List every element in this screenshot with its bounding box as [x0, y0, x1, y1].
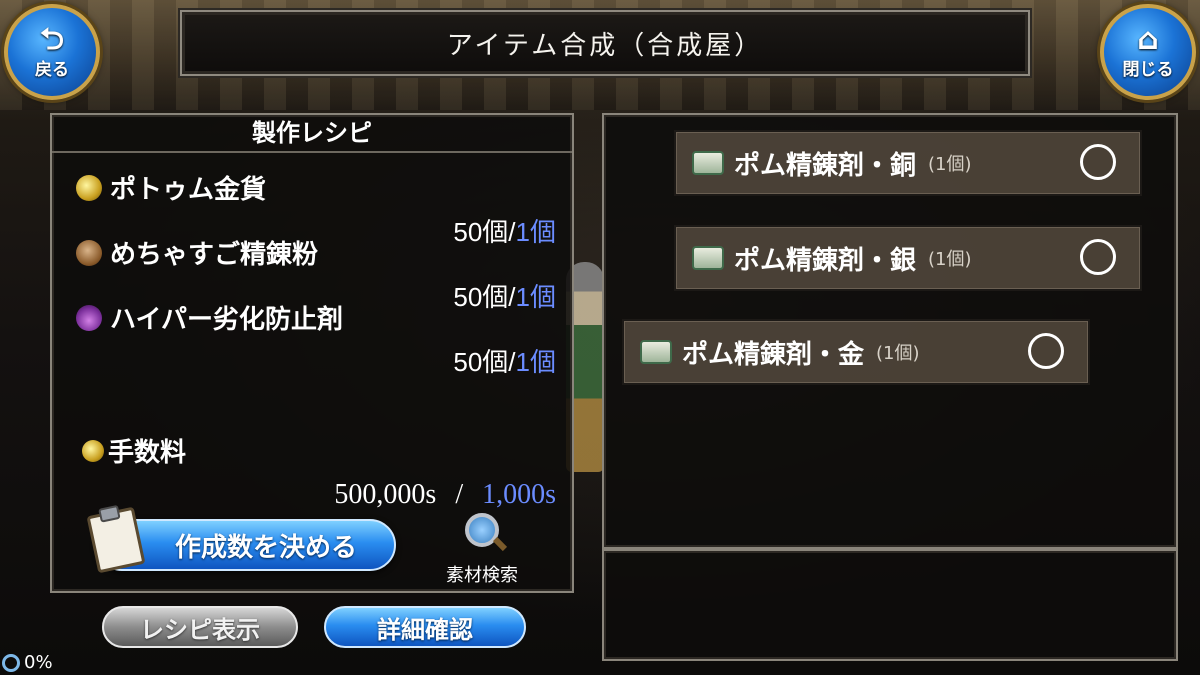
material-search-button[interactable]: 素材検索: [434, 513, 530, 586]
home-icon: ⌂: [1137, 21, 1159, 57]
material-search-label: 素材検索: [446, 565, 518, 586]
close-button[interactable]: ⌂ 閉じる: [1100, 4, 1196, 100]
material-need: 1個: [515, 347, 556, 377]
recipe-title: 製作レシピ: [52, 115, 572, 153]
material-name: ハイパー劣化防止剤: [110, 305, 343, 335]
fee-count: 500,000s / 1,000s: [82, 479, 556, 511]
detail-confirm-label: 詳細確認: [377, 615, 473, 644]
material-row: ハイパー劣化防止剤 50個/1個: [76, 299, 556, 379]
recipe-panel: 製作レシピ ポトゥム金貨 50個/1個 めちゃすご精錬粉 50個/1個 ハイパー…: [50, 113, 574, 593]
product-name: ポム精錬剤・銅: [734, 150, 917, 181]
close-label: 閉じる: [1122, 59, 1174, 80]
detail-confirm-button[interactable]: 詳細確認: [324, 606, 526, 648]
refining-agent-icon: [692, 246, 724, 270]
potion-icon: [76, 304, 102, 331]
product-name: ポム精錬剤・金: [682, 339, 865, 370]
product-name: ポム精錬剤・銀: [734, 245, 917, 276]
radio-button[interactable]: [1028, 333, 1064, 369]
back-label: 戻る: [35, 59, 69, 80]
radio-button[interactable]: [1080, 239, 1116, 275]
coins-icon: [82, 439, 104, 462]
powder-bag-icon: [76, 239, 102, 266]
clipboard-icon: [86, 506, 146, 574]
refining-agent-icon: [640, 340, 672, 364]
fee-have: 500,000s: [334, 479, 437, 510]
loading-ring-icon: [2, 653, 20, 672]
gold-coin-icon: [76, 174, 102, 201]
loading-percent: 0%: [24, 652, 53, 673]
recipe-display-label: レシピ表示: [140, 615, 260, 644]
page-title: アイテム合成（合成屋）: [180, 10, 1030, 76]
back-arrow-icon: ⮌: [39, 21, 65, 57]
product-qty: (1個): [876, 343, 920, 364]
detail-panel: [602, 549, 1178, 661]
radio-button[interactable]: [1080, 144, 1116, 180]
product-qty: (1個): [928, 249, 972, 270]
magnifier-icon: [465, 513, 499, 547]
fee-row: 手数料 500,000s / 1,000s: [82, 432, 556, 511]
fee-label: 手数料: [108, 438, 187, 468]
material-have: 50個/: [453, 347, 516, 377]
decide-quantity-label: 作成数を決める: [174, 532, 357, 563]
page-title-text: アイテム合成（合成屋）: [446, 30, 764, 61]
product-qty: (1個): [928, 154, 972, 175]
material-count: 50個/1個: [76, 342, 556, 379]
fee-need: 1,000s: [482, 479, 556, 510]
refining-agent-icon: [692, 151, 724, 175]
material-name: めちゃすご精錬粉: [110, 240, 319, 270]
product-option[interactable]: ポム精錬剤・金 (1個): [622, 319, 1090, 385]
loading-indicator: 0%: [2, 652, 53, 673]
material-name: ポトゥム金貨: [110, 175, 267, 205]
product-option[interactable]: ポム精錬剤・銅 (1個): [674, 130, 1142, 196]
back-button[interactable]: ⮌ 戻る: [4, 4, 100, 100]
recipe-display-button[interactable]: レシピ表示: [102, 606, 298, 648]
fee-separator: /: [455, 479, 464, 510]
product-option[interactable]: ポム精錬剤・銀 (1個): [674, 225, 1142, 291]
